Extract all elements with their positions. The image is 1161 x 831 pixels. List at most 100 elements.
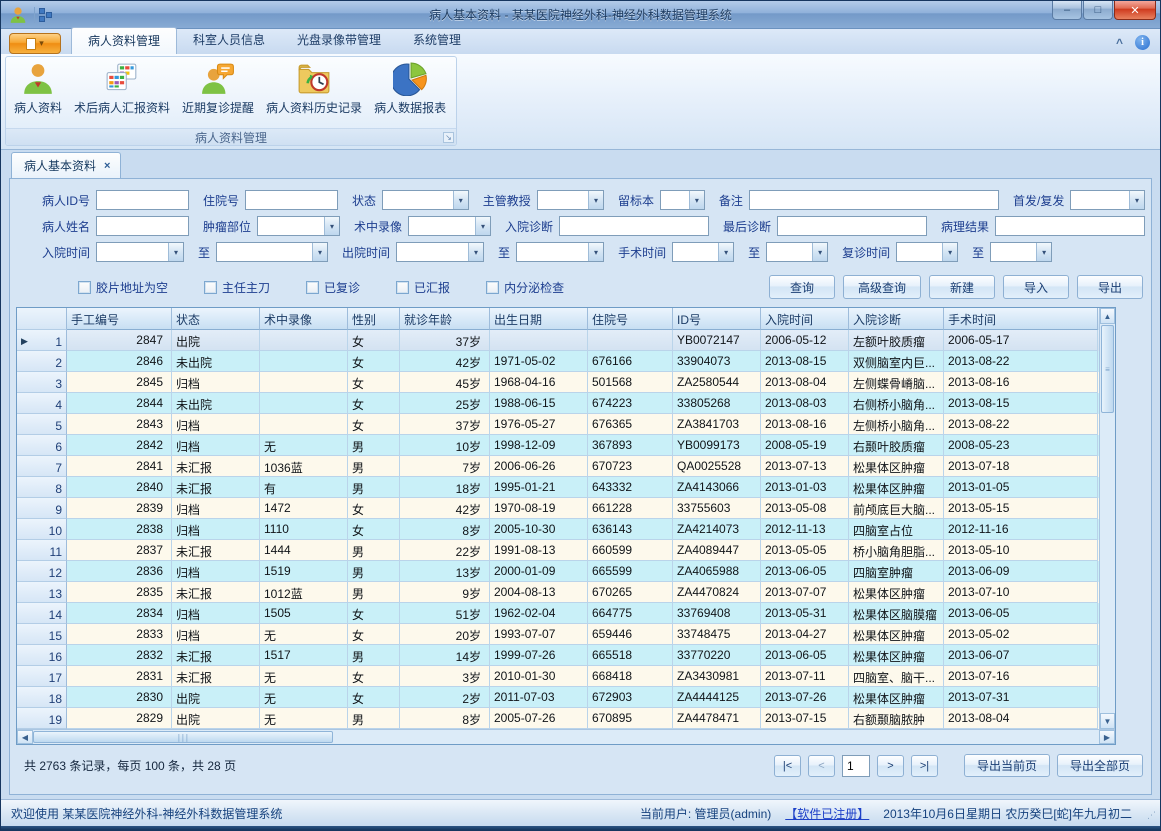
filter-combo[interactable]: ▾: [660, 190, 705, 210]
scroll-right-icon[interactable]: ▶: [1099, 730, 1115, 744]
row-header-cell[interactable]: 8: [17, 477, 67, 498]
row-header-cell[interactable]: 19: [17, 708, 67, 729]
row-header-cell[interactable]: 5: [17, 414, 67, 435]
action-button[interactable]: 查询: [769, 275, 835, 299]
collapse-ribbon-icon[interactable]: ^: [1116, 36, 1123, 50]
row-header-cell[interactable]: 18: [17, 687, 67, 708]
horizontal-scrollbar[interactable]: ◀ ∣∣∣ ▶: [17, 729, 1115, 744]
action-button[interactable]: 导入: [1003, 275, 1069, 299]
filter-combo[interactable]: ▾: [990, 242, 1052, 262]
filter-combo[interactable]: ▾: [1070, 190, 1145, 210]
close-tab-icon[interactable]: ×: [104, 160, 110, 172]
combo-arrow-icon[interactable]: ▾: [588, 191, 603, 209]
column-header[interactable]: 手工编号: [67, 308, 172, 330]
table-row[interactable]: 52843归档女37岁1976-05-27676365ZA38417032013…: [17, 414, 1099, 435]
table-row[interactable]: 162832未汇报1517男14岁1999-07-266655183377022…: [17, 645, 1099, 666]
minimize-button[interactable]: –: [1052, 1, 1082, 20]
filter-checkbox[interactable]: 胶片地址为空: [78, 279, 168, 296]
filter-combo[interactable]: ▾: [257, 216, 340, 236]
app-menu-button[interactable]: ▾: [9, 33, 61, 54]
filter-checkbox[interactable]: 内分泌检查: [486, 279, 564, 296]
table-row[interactable]: 132835未汇报1012蓝男9岁2004-08-13670265ZA44708…: [17, 582, 1099, 603]
table-row[interactable]: 192829出院无男8岁2005-07-26670895ZA4478471201…: [17, 708, 1099, 729]
column-header[interactable]: 住院号: [588, 308, 673, 330]
table-row[interactable]: 72841未汇报1036蓝男7岁2006-06-26670723QA002552…: [17, 456, 1099, 477]
export-all-pages-button[interactable]: 导出全部页: [1057, 754, 1143, 777]
prev-page-button[interactable]: <: [808, 755, 835, 777]
column-header[interactable]: 手术时间: [944, 308, 1098, 330]
combo-arrow-icon[interactable]: ▾: [718, 243, 733, 261]
ribbon-button-data-report[interactable]: 病人数据报表: [368, 59, 452, 128]
combo-arrow-icon[interactable]: ▾: [689, 191, 704, 209]
filter-checkbox[interactable]: 已汇报: [396, 279, 450, 296]
ribbon-tab[interactable]: 光盘录像带管理: [281, 27, 397, 54]
table-row[interactable]: 142834归档1505女51岁1962-02-0466477533769408…: [17, 603, 1099, 624]
table-row[interactable]: 62842归档无男10岁1998-12-09367893YB0099173200…: [17, 435, 1099, 456]
table-row[interactable]: 122836归档1519男13岁2000-01-09665599ZA406598…: [17, 561, 1099, 582]
combo-arrow-icon[interactable]: ▾: [453, 191, 468, 209]
ribbon-tab[interactable]: 科室人员信息: [177, 27, 281, 54]
ribbon-button-postop-report[interactable]: 术后病人汇报资料: [68, 59, 176, 128]
row-header-cell[interactable]: 13: [17, 582, 67, 603]
filter-checkbox[interactable]: 主任主刀: [204, 279, 270, 296]
filter-input[interactable]: [559, 216, 709, 236]
registered-link[interactable]: 【软件已注册】: [785, 805, 869, 822]
row-header-cell[interactable]: 16: [17, 645, 67, 666]
table-row[interactable]: 92839归档1472女42岁1970-08-19661228337556032…: [17, 498, 1099, 519]
row-header-cell[interactable]: 7: [17, 456, 67, 477]
row-header-cell[interactable]: 9: [17, 498, 67, 519]
filter-combo[interactable]: ▾: [672, 242, 734, 262]
filter-input[interactable]: [96, 216, 189, 236]
last-page-button[interactable]: >|: [911, 755, 938, 777]
resize-grip-icon[interactable]: ⋰: [1147, 810, 1157, 820]
table-row[interactable]: 82840未汇报有男18岁1995-01-21643332ZA414306620…: [17, 477, 1099, 498]
filter-combo[interactable]: ▾: [408, 216, 491, 236]
filter-input[interactable]: [245, 190, 338, 210]
combo-arrow-icon[interactable]: ▾: [468, 243, 483, 261]
filter-input[interactable]: [995, 216, 1145, 236]
row-header-cell[interactable]: 2: [17, 351, 67, 372]
horizontal-scroll-thumb[interactable]: ∣∣∣: [33, 731, 333, 743]
checkbox-icon[interactable]: [204, 281, 217, 294]
table-row[interactable]: 172831未汇报无女3岁2010-01-30668418ZA343098120…: [17, 666, 1099, 687]
quick-access-icon[interactable]: [38, 7, 54, 23]
column-header[interactable]: 性别: [348, 308, 400, 330]
combo-arrow-icon[interactable]: ▾: [324, 217, 339, 235]
checkbox-icon[interactable]: [78, 281, 91, 294]
filter-combo[interactable]: ▾: [382, 190, 469, 210]
row-header-cell[interactable]: 12: [17, 561, 67, 582]
row-header-cell[interactable]: 10: [17, 519, 67, 540]
table-row[interactable]: 102838归档1110女8岁2005-10-30636143ZA4214073…: [17, 519, 1099, 540]
row-header-cell[interactable]: 3: [17, 372, 67, 393]
column-header[interactable]: ID号: [673, 308, 761, 330]
next-page-button[interactable]: >: [877, 755, 904, 777]
filter-input[interactable]: [749, 190, 999, 210]
combo-arrow-icon[interactable]: ▾: [312, 243, 327, 261]
row-header-cell[interactable]: 15: [17, 624, 67, 645]
column-header[interactable]: 入院时间: [761, 308, 849, 330]
filter-input[interactable]: [777, 216, 927, 236]
table-row[interactable]: 182830出院无女2岁2011-07-03672903ZA4444125201…: [17, 687, 1099, 708]
combo-arrow-icon[interactable]: ▾: [942, 243, 957, 261]
action-button[interactable]: 高级查询: [843, 275, 921, 299]
action-button[interactable]: 新建: [929, 275, 995, 299]
column-header[interactable]: 术中录像: [260, 308, 348, 330]
close-button[interactable]: ✕: [1114, 1, 1156, 20]
row-header-cell[interactable]: ▶1: [17, 330, 67, 351]
column-header[interactable]: 就诊年龄: [400, 308, 490, 330]
ribbon-button-patient-data[interactable]: 病人资料: [8, 59, 68, 128]
column-header[interactable]: 状态: [172, 308, 260, 330]
row-header-cell[interactable]: 14: [17, 603, 67, 624]
table-row[interactable]: 42844未出院女25岁1988-06-15674223338052682013…: [17, 393, 1099, 414]
checkbox-icon[interactable]: [486, 281, 499, 294]
combo-arrow-icon[interactable]: ▾: [1036, 243, 1051, 261]
vertical-scroll-thumb[interactable]: ≡: [1101, 325, 1114, 413]
row-header-cell[interactable]: 4: [17, 393, 67, 414]
filter-combo[interactable]: ▾: [896, 242, 958, 262]
combo-arrow-icon[interactable]: ▾: [475, 217, 490, 235]
ribbon-button-revisit-reminder[interactable]: 近期复诊提醒: [176, 59, 260, 128]
filter-combo[interactable]: ▾: [516, 242, 604, 262]
page-number-input[interactable]: [842, 755, 870, 777]
row-header-cell[interactable]: 17: [17, 666, 67, 687]
info-icon[interactable]: i: [1135, 35, 1150, 50]
